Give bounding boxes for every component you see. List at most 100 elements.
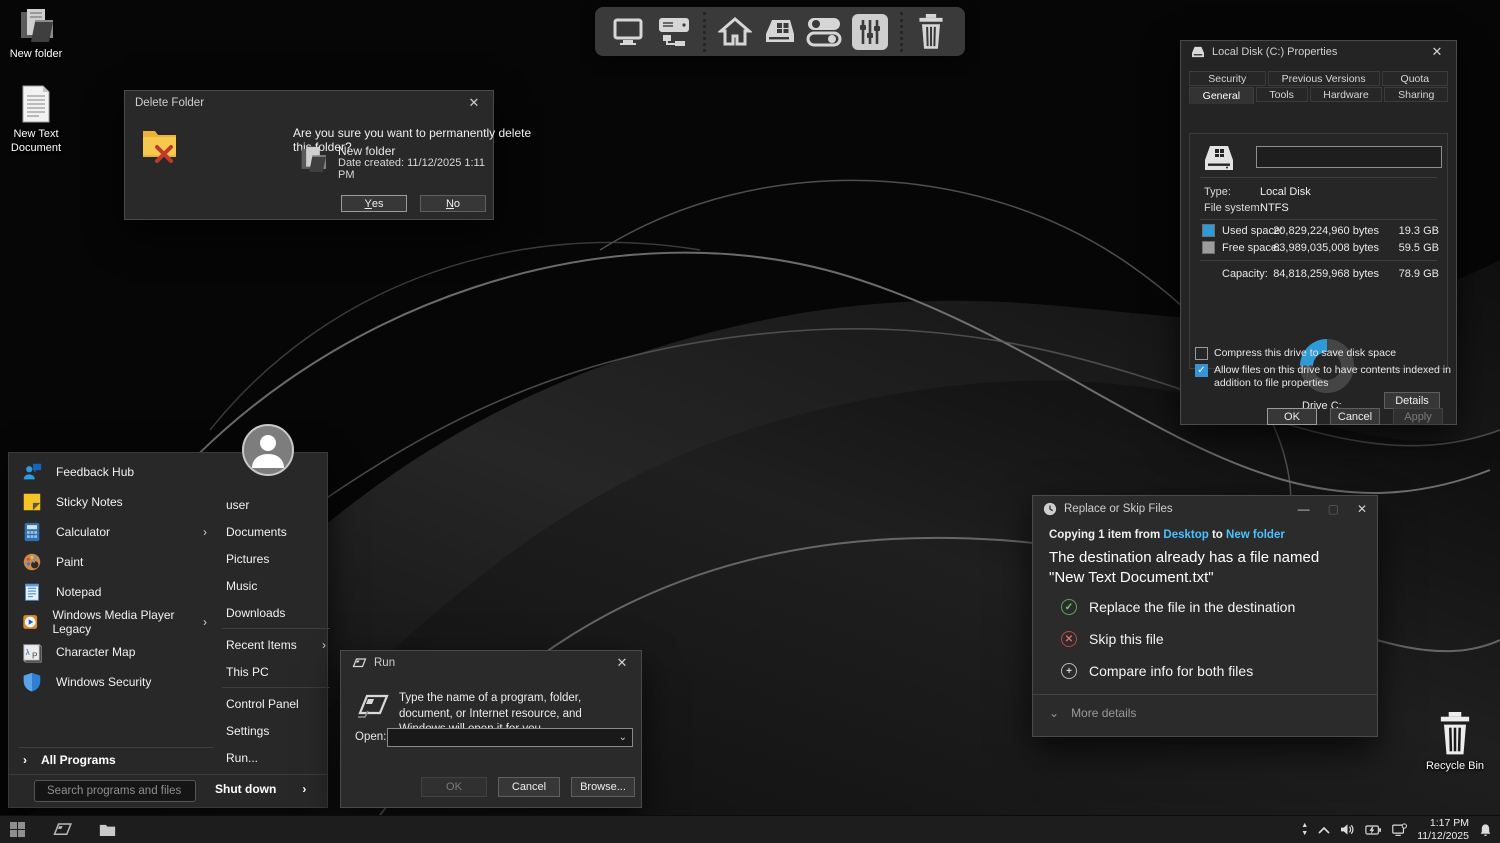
windows-drive-icon[interactable] — [760, 16, 796, 48]
copy-source-link[interactable]: Desktop — [1163, 529, 1208, 541]
tray-scroll-arrows[interactable]: ▲ ▼ — [1301, 822, 1308, 837]
menu-item-control-panel[interactable]: Control Panel — [222, 690, 330, 717]
delete-dialog-titlebar[interactable]: Delete Folder ✕ — [125, 91, 493, 115]
menu-item-paint[interactable]: Paint — [13, 547, 215, 577]
menu-item-music[interactable]: Music — [222, 572, 330, 599]
type-value: Local Disk — [1260, 186, 1311, 198]
taskbar-run-app-icon[interactable] — [51, 822, 73, 837]
details-button[interactable]: Details — [1384, 392, 1440, 409]
menu-item-wmp-legacy[interactable]: Windows Media Player Legacy › — [13, 607, 215, 637]
character-map-icon: λP — [23, 644, 42, 663]
no-button[interactable]: No — [420, 195, 486, 212]
browse-button[interactable]: Browse... — [571, 777, 635, 797]
tab-general[interactable]: General — [1189, 87, 1254, 104]
close-icon[interactable]: ✕ — [465, 95, 483, 111]
monitor-icon[interactable] — [613, 17, 647, 47]
menu-item-notepad[interactable]: Notepad — [13, 577, 215, 607]
menu-item-documents[interactable]: Documents — [222, 518, 330, 545]
close-icon[interactable]: ✕ — [1357, 502, 1367, 516]
shut-down-button[interactable]: Shut down › — [215, 782, 306, 796]
menu-item-downloads[interactable]: Downloads — [222, 599, 330, 626]
user-avatar[interactable] — [242, 424, 294, 476]
volume-icon[interactable] — [1340, 823, 1355, 836]
desktop-icon-label: New Text Document — [10, 128, 62, 154]
tab-tools[interactable]: Tools — [1255, 87, 1308, 102]
menu-item-label: Paint — [56, 555, 84, 569]
copy-destination-link[interactable]: New folder — [1226, 529, 1285, 541]
network-display-icon[interactable] — [1391, 822, 1408, 837]
minimize-icon[interactable]: — — [1298, 502, 1310, 516]
file-explorer-icon[interactable] — [99, 823, 116, 837]
menu-item-label: user — [226, 497, 250, 512]
menu-item-pictures[interactable]: Pictures — [222, 545, 330, 572]
more-details-toggle[interactable]: ⌄ More details — [1049, 706, 1136, 720]
properties-titlebar[interactable]: Local Disk (C:) Properties ✕ — [1181, 41, 1456, 63]
run-icon-large — [358, 694, 389, 718]
menu-item-recent-items[interactable]: Recent Items › — [222, 631, 330, 658]
menu-item-label: Music — [226, 578, 258, 593]
hidden-icons-chevron[interactable] — [1318, 826, 1330, 834]
menu-item-calculator[interactable]: Calculator › — [13, 517, 215, 547]
yes-accel: Y — [364, 197, 372, 210]
person-icon — [252, 435, 284, 468]
sliders-icon[interactable] — [852, 13, 888, 50]
cancel-button[interactable]: Cancel — [498, 777, 560, 797]
arrow-down-icon[interactable]: ▼ — [1301, 830, 1308, 837]
all-programs-button[interactable]: › All Programs — [23, 753, 116, 767]
menu-item-run[interactable]: Run... — [222, 744, 330, 771]
tab-sharing[interactable]: Sharing — [1384, 87, 1448, 102]
delete-item-name: New folder — [338, 144, 396, 158]
desktop-icon-recycle-bin[interactable]: Recycle Bin — [1419, 712, 1491, 774]
delete-dialog-title: Delete Folder — [135, 97, 205, 109]
tab-security[interactable]: Security — [1189, 71, 1266, 86]
tab-quota[interactable]: Quota — [1381, 71, 1448, 86]
menu-item-this-pc[interactable]: This PC — [222, 658, 330, 685]
cancel-button[interactable]: Cancel — [1330, 408, 1380, 425]
index-checkbox[interactable]: ✓ — [1195, 364, 1208, 377]
battery-icon[interactable] — [1365, 824, 1382, 836]
maximize-icon[interactable]: ▢ — [1328, 502, 1339, 516]
menu-item-sticky-notes[interactable]: Sticky Notes — [13, 487, 215, 517]
volume-label-input[interactable] — [1256, 146, 1442, 168]
replace-file-option[interactable]: ✓ Replace the file in the destination — [1061, 599, 1295, 615]
trash-icon[interactable] — [915, 13, 947, 50]
run-titlebar[interactable]: Run ✕ — [341, 651, 641, 675]
close-icon[interactable]: ✕ — [613, 655, 631, 671]
general-tab-content: Type: Local Disk File system: NTFS Used … — [1189, 133, 1448, 412]
menu-item-windows-security[interactable]: Windows Security — [13, 667, 215, 697]
home-icon[interactable] — [718, 16, 752, 48]
compress-checkbox[interactable] — [1195, 347, 1208, 360]
apply-button[interactable]: Apply — [1393, 408, 1443, 425]
capacity-size: 78.9 GB — [1398, 268, 1439, 280]
menu-item-settings[interactable]: Settings — [222, 717, 330, 744]
taskbar-clock[interactable]: 1:17 PM 11/12/2025 — [1417, 817, 1469, 842]
close-icon[interactable]: ✕ — [1428, 44, 1446, 60]
menu-item-label: Sticky Notes — [56, 495, 123, 509]
yes-button[interactable]: Yes — [341, 195, 407, 212]
menu-item-character-map[interactable]: λP Character Map — [13, 637, 215, 667]
compare-files-option[interactable]: + Compare info for both files — [1061, 663, 1253, 679]
desktop-icon-new-text-document[interactable]: New Text Document — [0, 84, 72, 156]
menu-item-user[interactable]: user — [222, 491, 330, 518]
start-search-box[interactable] — [34, 780, 201, 802]
notification-bell-icon[interactable] — [1479, 823, 1492, 837]
tab-previous-versions[interactable]: Previous Versions — [1267, 71, 1380, 86]
chevron-down-icon[interactable]: ⌄ — [614, 732, 632, 743]
ok-button[interactable]: OK — [1267, 408, 1317, 425]
used-space-size: 19.3 GB — [1398, 225, 1439, 237]
arrow-up-icon[interactable]: ▲ — [1301, 822, 1308, 829]
option-label: Compare info for both files — [1089, 663, 1254, 679]
free-space-bytes: 63,989,035,008 bytes — [1273, 242, 1379, 254]
pc-tower-network-icon[interactable] — [655, 16, 691, 48]
tab-hardware[interactable]: Hardware — [1309, 87, 1383, 102]
replace-titlebar[interactable]: Replace or Skip Files — ▢ ✕ — [1033, 496, 1377, 522]
all-programs-label: All Programs — [41, 753, 116, 767]
skip-file-option[interactable]: ✕ Skip this file — [1061, 631, 1164, 647]
run-open-combobox[interactable]: ⌄ — [387, 728, 633, 747]
search-input[interactable] — [47, 785, 201, 797]
menu-item-feedback-hub[interactable]: Feedback Hub — [13, 457, 215, 487]
start-button[interactable] — [10, 822, 25, 837]
toggles-icon[interactable] — [804, 15, 844, 49]
ok-button[interactable]: OK — [421, 777, 487, 797]
desktop-icon-new-folder[interactable]: New folder — [0, 6, 72, 62]
